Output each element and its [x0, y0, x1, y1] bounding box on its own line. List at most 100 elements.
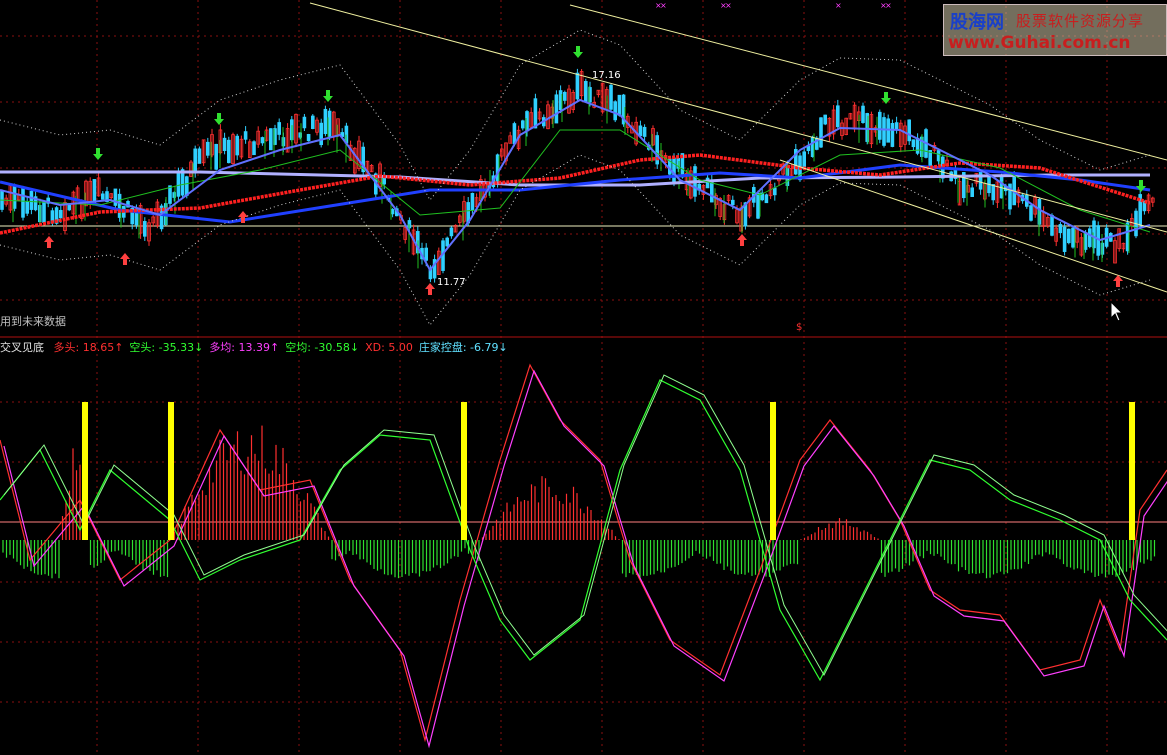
- watermark-url: www.Guhai.com.cn: [948, 33, 1131, 53]
- candle-body: [991, 184, 995, 201]
- candle-body: [268, 128, 273, 151]
- candle-body: [445, 237, 449, 247]
- indicator-name: 交叉见底: [0, 341, 44, 354]
- candle-body: [142, 221, 147, 237]
- legend-items: 多头: 18.65↑ 空头: -35.33↓ 多均: 13.39↑ 空均: -30.5…: [54, 341, 514, 354]
- candle-body: [970, 187, 974, 197]
- signal-bar: [82, 402, 88, 540]
- candle-body: [890, 123, 895, 147]
- candle-body: [197, 148, 202, 164]
- top-marker: ×: [835, 1, 842, 10]
- candle-body: [1058, 224, 1063, 234]
- candle-body: [193, 148, 198, 173]
- candle-body: [42, 201, 46, 223]
- candle-body: [878, 111, 882, 140]
- legend-item: XD: 5.00: [365, 341, 413, 354]
- candle-body: [184, 176, 189, 196]
- candle-body: [1050, 214, 1054, 236]
- candle-body: [861, 105, 865, 123]
- sell-arrow: [573, 46, 583, 58]
- candle-body: [907, 119, 911, 142]
- candle-body: [260, 137, 265, 144]
- candle-body: [764, 194, 769, 204]
- mouse-pointer-icon: [1110, 301, 1124, 322]
- buy-arrow: [44, 236, 54, 248]
- candle-body: [756, 193, 760, 219]
- candle-body: [642, 126, 647, 137]
- candle-body: [836, 105, 840, 128]
- chart-canvas: ×× ×× × ××: [0, 0, 1167, 755]
- candle-body: [226, 139, 231, 164]
- candle-body: [235, 135, 240, 156]
- candle-body: [609, 84, 613, 110]
- grid-lines: [0, 0, 1167, 755]
- candle-body: [613, 101, 617, 121]
- candle-body: [1083, 232, 1088, 250]
- watermark-brand: 股海网: [950, 12, 1004, 33]
- high-price-label: 17.16: [592, 70, 621, 81]
- candle-body: [21, 188, 25, 218]
- candle-body: [323, 108, 328, 135]
- candle-body: [1067, 228, 1071, 244]
- sell-arrow: [93, 148, 103, 160]
- legend-item: 庄家控盘: -6.79↓: [418, 341, 508, 354]
- watermark-slogan: 股票软件资源分享: [1016, 12, 1145, 30]
- candle-body: [101, 193, 105, 200]
- candle-body: [617, 94, 622, 116]
- top-marker: ×: [660, 1, 667, 10]
- candle-body: [1071, 227, 1075, 248]
- legend-item: 多均: 13.39↑: [209, 341, 280, 354]
- candle-body: [894, 122, 899, 131]
- candle-body: [672, 157, 676, 184]
- candle-body: [638, 125, 643, 137]
- candle-body: [205, 141, 210, 156]
- legend-item: 多头: 18.65↑: [53, 341, 124, 354]
- watermark-logo: 股海网 股票软件资源分享 www.Guhai.com.cn: [943, 4, 1167, 56]
- candle-body: [25, 201, 29, 214]
- candle-body: [470, 192, 475, 211]
- candle-body: [1088, 228, 1092, 247]
- candle-body: [59, 209, 63, 219]
- candle-body: [823, 114, 827, 125]
- low-price-label: 11.77: [437, 277, 466, 288]
- candle-body: [319, 122, 323, 146]
- candle-body: [882, 117, 886, 146]
- candle-body: [915, 137, 920, 154]
- candle-body: [802, 151, 806, 170]
- candle-body: [67, 204, 72, 211]
- candle-body: [563, 91, 567, 101]
- candle-body: [521, 120, 525, 129]
- legend-item: 空头: -35.33↓: [129, 341, 204, 354]
- sell-arrow: [323, 90, 333, 102]
- line-kongjun: [3, 374, 1167, 677]
- candle-body: [554, 94, 559, 124]
- legend-item: 空均: -30.58↓: [285, 341, 360, 354]
- signal-bar: [1129, 402, 1135, 540]
- candle-body: [12, 186, 17, 209]
- candle-body: [252, 141, 256, 156]
- candle-body: [168, 185, 172, 204]
- candle-body: [214, 143, 219, 170]
- candle-body: [327, 110, 332, 139]
- candle-body: [533, 98, 538, 129]
- candle-body: [302, 116, 307, 129]
- candle-body: [512, 123, 517, 145]
- line-duojun: [3, 369, 1167, 749]
- buy-arrow: [425, 283, 435, 295]
- candle-body: [731, 199, 735, 206]
- candle-body: [424, 247, 428, 261]
- candle-body: [390, 209, 395, 215]
- candle-body: [575, 72, 580, 100]
- candle-body: [911, 139, 916, 148]
- candle-body: [222, 137, 227, 151]
- buy-arrow: [737, 234, 747, 246]
- future-data-note: 用到未来数据: [0, 315, 66, 328]
- oscillator: [0, 363, 1167, 749]
- candle-body: [1029, 205, 1033, 221]
- candle-body: [819, 117, 823, 148]
- sell-arrow: [214, 113, 224, 125]
- candle-body: [306, 134, 311, 142]
- candle-body: [1062, 226, 1067, 252]
- top-marker: ×: [885, 1, 892, 10]
- candle-body: [449, 227, 454, 237]
